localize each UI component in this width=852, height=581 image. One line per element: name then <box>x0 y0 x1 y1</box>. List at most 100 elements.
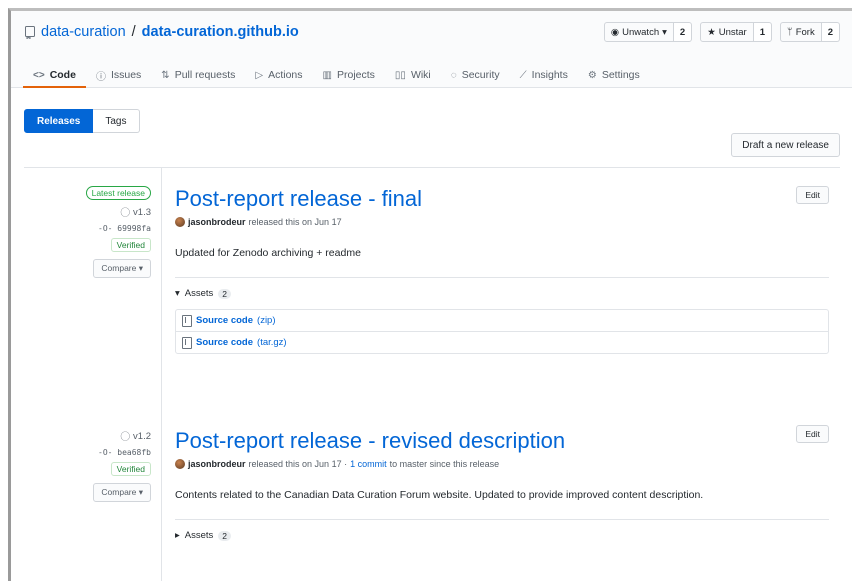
unstar-label: Unstar <box>718 26 747 38</box>
tab-pull-requests[interactable]: ⇅ Pull requests <box>151 64 245 86</box>
releases-tab-button[interactable]: Releases <box>24 109 94 133</box>
assets-label: Assets <box>184 288 214 299</box>
fork-label: Fork <box>795 26 815 38</box>
fork-button[interactable]: ᛘ Fork <box>780 22 822 42</box>
tab-label: Wiki <box>410 69 431 81</box>
release-title[interactable]: Post-report release - revised descriptio… <box>175 428 829 454</box>
repo-nav-tabs: <> Code ⓘ Issues ⇅ Pull requests ▷ Actio… <box>23 64 650 88</box>
tab-label: Settings <box>601 69 640 81</box>
play-icon: ▷ <box>255 69 264 81</box>
releases-tags-switch: Releases Tags <box>24 109 140 133</box>
tab-settings[interactable]: ⚙ Settings <box>578 64 650 86</box>
triangle-down-icon: ▾ <box>175 288 180 299</box>
release-meta: Latest release ⃝ v1.3 -O- 69998fa Verifi… <box>71 186 151 278</box>
repo-owner-link[interactable]: data-curation <box>41 24 126 40</box>
commit-count-link[interactable]: 1 commit <box>350 459 387 469</box>
stars-count[interactable]: 1 <box>753 22 772 42</box>
tab-security[interactable]: ◌ Security <box>441 64 510 86</box>
tab-label: Projects <box>336 69 375 81</box>
asset-ext: (tar.gz) <box>257 337 287 348</box>
unstar-button[interactable]: ★ Unstar <box>700 22 754 42</box>
watchers-count[interactable]: 2 <box>673 22 693 42</box>
issue-icon: ⓘ <box>95 71 106 83</box>
repo-name-link[interactable]: data-curation.github.io <box>142 24 299 40</box>
verified-badge[interactable]: Verified <box>110 238 151 252</box>
asset-item-targz[interactable]: Source code (tar.gz) <box>176 331 828 353</box>
tab-insights[interactable]: ⟋ Insights <box>510 64 578 86</box>
forks-count[interactable]: 2 <box>821 22 840 42</box>
browser-page: data-curation / data-curation.github.io … <box>8 8 852 581</box>
release-title[interactable]: Post-report release - final <box>175 186 829 212</box>
gear-icon: ⚙ <box>587 69 597 81</box>
release-byline: jasonbrodeur released this on Jun 17 · 1… <box>175 459 829 469</box>
release-meta: ⃝ v1.2 -O- bea68fb Verified Compare ▾ <box>71 429 151 502</box>
file-zip-icon <box>182 314 192 327</box>
tag-label: v1.3 <box>133 206 151 218</box>
chevron-down-icon: ▾ <box>662 26 667 38</box>
commit-icon: -O- <box>98 224 113 233</box>
pull-request-icon: ⇅ <box>161 69 170 81</box>
release-entry: Edit Post-report release - final jasonbr… <box>175 186 829 354</box>
asset-ext: (zip) <box>257 315 276 326</box>
release-divider <box>175 519 829 520</box>
compare-button[interactable]: Compare ▾ <box>93 483 151 502</box>
repo-header: data-curation / data-curation.github.io … <box>11 11 852 88</box>
edit-button[interactable]: Edit <box>796 425 829 443</box>
graph-icon: ⟋ <box>519 69 527 81</box>
tab-actions[interactable]: ▷ Actions <box>245 64 312 86</box>
repo-icon <box>25 25 35 39</box>
project-icon: ▥ <box>322 69 332 81</box>
unwatch-label: Unwatch <box>622 26 660 38</box>
tab-label: Actions <box>268 69 303 81</box>
release-description: Updated for Zenodo archiving + readme <box>175 247 361 259</box>
book-icon: ▯▯ <box>394 69 406 81</box>
triangle-right-icon: ▸ <box>175 530 180 541</box>
asset-name: Source code <box>196 315 254 326</box>
commit-sha: 69998fa <box>117 224 151 233</box>
assets-count: 2 <box>218 288 232 299</box>
code-icon: <> <box>33 69 45 81</box>
repo-actions: ◉ Unwatch ▾ 2 ★ Unstar 1 ᛘ Fork 2 <box>603 22 840 42</box>
assets-toggle[interactable]: ▸ Assets 2 <box>175 530 829 541</box>
tag-label: v1.2 <box>133 430 151 442</box>
tab-projects[interactable]: ▥ Projects <box>313 64 385 86</box>
commit-link[interactable]: -O- bea68fb <box>98 448 151 457</box>
tab-code[interactable]: <> Code <box>23 64 86 88</box>
repo-title: data-curation / data-curation.github.io <box>24 24 299 40</box>
fork-group: ᛘ Fork 2 <box>780 22 840 42</box>
edit-button[interactable]: Edit <box>796 186 829 204</box>
assets-label: Assets <box>184 530 214 541</box>
draft-new-release-button[interactable]: Draft a new release <box>731 133 840 157</box>
tab-label: Security <box>461 69 500 81</box>
assets-toggle[interactable]: ▾ Assets 2 <box>175 288 829 299</box>
commit-link[interactable]: -O- 69998fa <box>98 224 151 233</box>
watch-group: ◉ Unwatch ▾ 2 <box>603 22 693 42</box>
tab-wiki[interactable]: ▯▯ Wiki <box>385 64 441 86</box>
tab-label: Code <box>49 69 76 81</box>
commit-sha: bea68fb <box>117 448 151 457</box>
tab-issues[interactable]: ⓘ Issues <box>86 64 151 86</box>
asset-item-zip[interactable]: Source code (zip) <box>176 310 828 331</box>
section-divider <box>24 167 840 168</box>
assets-list: Source code (zip) Source code (tar.gz) <box>175 309 829 354</box>
shield-icon: ◌ <box>450 69 457 81</box>
author-link[interactable]: jasonbrodeur <box>188 217 246 227</box>
tag-link[interactable]: ⃝ v1.3 <box>130 205 151 219</box>
file-zip-icon <box>182 336 192 349</box>
tag-link[interactable]: ⃝ v1.2 <box>130 429 151 443</box>
author-link[interactable]: jasonbrodeur <box>188 459 246 469</box>
latest-release-badge: Latest release <box>85 186 151 200</box>
commit-icon: -O- <box>98 448 113 457</box>
release-entry: Edit Post-report release - revised descr… <box>175 425 829 541</box>
compare-button[interactable]: Compare ▾ <box>93 259 151 278</box>
avatar[interactable] <box>175 217 185 227</box>
repo-separator: / <box>131 24 136 40</box>
verified-badge[interactable]: Verified <box>110 462 151 476</box>
assets-count: 2 <box>218 530 232 541</box>
unwatch-button[interactable]: ◉ Unwatch ▾ <box>603 22 674 42</box>
tab-label: Issues <box>110 69 142 81</box>
avatar[interactable] <box>175 459 185 469</box>
release-date-text: released this on Jun 17 <box>248 217 342 227</box>
tags-tab-button[interactable]: Tags <box>93 109 140 133</box>
release-byline: jasonbrodeur released this on Jun 17 <box>175 217 829 227</box>
